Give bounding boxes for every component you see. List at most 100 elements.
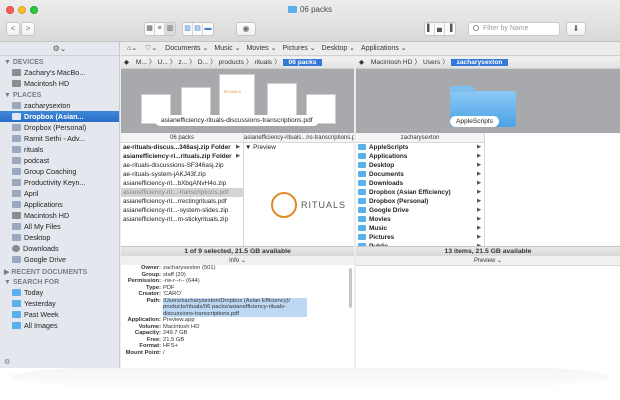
favorites-menu-item[interactable]: Pictures ⌄ (282, 45, 315, 52)
folder-row[interactable]: Music ▶ (356, 224, 484, 233)
list-view-icon[interactable]: ≡ (155, 23, 165, 35)
sidebar-section-header[interactable]: ▼ SEARCH FOR (0, 276, 119, 287)
breadcrumb-item[interactable]: Macintosh HD (369, 59, 414, 66)
sidebar-item[interactable]: Desktop (0, 232, 119, 243)
heart-icon[interactable]: ♡⌄ (145, 45, 157, 52)
file-row[interactable]: asianefficiency-ri...rituals.zip Folder ▶ (121, 152, 243, 161)
breadcrumb-item[interactable]: Users (421, 59, 442, 66)
view-mode-selector[interactable]: ▦ ≡ ▥ (144, 22, 176, 36)
sidebar-item[interactable]: podcast (0, 155, 119, 166)
folder-row[interactable]: Google Drive ▶ (356, 206, 484, 215)
folder-row[interactable]: Movies ▶ (356, 215, 484, 224)
folder-row[interactable]: Desktop ▶ (356, 161, 484, 170)
preview-disclosure[interactable]: ▼ Preview (245, 144, 276, 151)
sidebar-item-label: Google Drive (24, 255, 66, 264)
gear-icon[interactable]: ⚙⌄ (0, 42, 119, 56)
column-header[interactable]: zacharysexton (356, 133, 484, 143)
sidebar-item[interactable]: Zachary's MacBo... (0, 67, 119, 78)
breadcrumb-item[interactable]: M... (134, 59, 149, 66)
sidebar-item[interactable]: Macintosh HD (0, 78, 119, 89)
sidebar-section-header[interactable]: ▶ RECENT DOCUMENTS (0, 265, 119, 276)
favorites-menu-item[interactable]: Applications ⌄ (361, 45, 407, 52)
sidebar-item[interactable]: Dropbox (Asian... (0, 111, 119, 122)
breadcrumb-item[interactable]: rituals (253, 59, 275, 66)
folder-row[interactable]: Pictures ▶ (356, 233, 484, 242)
layout-selector[interactable]: ▥ ▤ ▬ (182, 22, 214, 36)
breadcrumb-item[interactable]: products (217, 59, 246, 66)
sidebar-item[interactable]: rituals (0, 144, 119, 155)
right-panel-icon[interactable]: ▐ (445, 23, 455, 35)
folder-row[interactable]: Dropbox (Personal) ▶ (356, 197, 484, 206)
gear-icon[interactable]: ⚙ (4, 359, 10, 366)
back-button[interactable]: < (6, 22, 20, 36)
folder-row[interactable]: AppleScripts ▶ (356, 143, 484, 152)
search-field[interactable]: Filter by Name (468, 22, 560, 36)
forward-button[interactable]: > (21, 22, 35, 36)
sidebar-item[interactable]: Today (0, 287, 119, 298)
sidebar-item[interactable]: Group Coaching (0, 166, 119, 177)
column-header[interactable]: asianefficiency-rituals...ns-transcripti… (244, 133, 354, 143)
single-pane-icon[interactable]: ▬ (203, 23, 213, 35)
sidebar-item[interactable]: Productivity Keyn... (0, 177, 119, 188)
column-divider[interactable] (243, 133, 244, 247)
favorites-menu-item[interactable]: Music ⌄ (214, 45, 240, 52)
sidebar-item-label: Zachary's MacBo... (24, 68, 86, 77)
breadcrumb-item[interactable]: z... (176, 59, 189, 66)
home-icon[interactable]: ⌂⌄ (127, 45, 137, 52)
info-value[interactable]: /Users/zacharysexton/Dropbox (Asian Effi… (163, 297, 307, 317)
breadcrumb-item[interactable]: D... (196, 59, 210, 66)
preview-header[interactable]: Preview ⌄ (356, 256, 620, 266)
panel-toggle-group[interactable]: ▌ ▄ ▐ (424, 22, 456, 36)
favorites-menu-item[interactable]: Documents ⌄ (165, 45, 208, 52)
file-row[interactable]: ae-rituals-system-jAKJ43f.zip (121, 170, 243, 179)
dual-pane-icon[interactable]: ▥ (183, 23, 193, 35)
favorites-menu-item[interactable]: Desktop ⌄ (322, 45, 356, 52)
bottom-panel-icon[interactable]: ▄ (435, 23, 445, 35)
breadcrumb-current[interactable]: zacharysexton (450, 59, 509, 66)
file-row[interactable]: ae-rituals-discussions-SF346asj.zip (121, 161, 243, 170)
folder-name: Pictures (369, 234, 395, 241)
folder-row[interactable]: Documents ▶ (356, 170, 484, 179)
breadcrumb-path: M... 〉 U... 〉 z... 〉 D... 〉 products 〉 rituals 〉 (134, 59, 281, 66)
column-view-icon[interactable]: ▥ (165, 23, 175, 35)
file-row[interactable]: asianefficiency-rit...-transcriptions.pd… (121, 188, 243, 197)
sidebar-item[interactable]: Downloads (0, 243, 119, 254)
sidebar-section-header[interactable]: ▼ PLACES (0, 89, 119, 100)
sidebar-item[interactable]: Applications (0, 199, 119, 210)
sidebar-item-label: Dropbox (Asian... (24, 112, 84, 121)
folder-row[interactable]: Applications ▶ (356, 152, 484, 161)
left-panel-icon[interactable]: ▌ (425, 23, 435, 35)
preview-caption: AppleScripts (450, 116, 500, 127)
sidebar-item[interactable]: Yesterday (0, 298, 119, 309)
sidebar-item[interactable]: Past Week (0, 309, 119, 320)
folder-row[interactable]: Dropbox (Asian Efficiency) ▶ (356, 188, 484, 197)
action-button[interactable]: ⬇ (566, 22, 586, 36)
sidebar-item[interactable]: All Images (0, 320, 119, 331)
file-row[interactable]: asianefficiency-rit...bXbqANvH4o.zip (121, 179, 243, 188)
file-row[interactable]: ae-rituals-discus...346asj.zip Folder ▶ (121, 143, 243, 152)
eye-icon[interactable]: ◉ (236, 22, 256, 36)
file-row[interactable]: asianefficiency-rit...-system-slides.zip (121, 206, 243, 215)
folder-row[interactable]: Downloads ▶ (356, 179, 484, 188)
sidebar-item-label: Productivity Keyn... (24, 178, 86, 187)
sidebar-item[interactable]: zacharysexton (0, 100, 119, 111)
scrollbar[interactable] (349, 268, 352, 308)
breadcrumb-item[interactable]: U... (156, 59, 170, 66)
sidebar-item-label: All My Files (24, 222, 61, 231)
icon-view-icon[interactable]: ▦ (145, 23, 155, 35)
sidebar-section-header[interactable]: ▼ DEVICES (0, 56, 119, 67)
column-header[interactable]: 06 packs (121, 133, 243, 143)
search-icon (473, 25, 479, 31)
sidebar-item[interactable]: Dropbox (Personal) (0, 122, 119, 133)
sidebar-item[interactable]: Google Drive (0, 254, 119, 265)
sidebar-item[interactable]: Ramit Sethi - Adv... (0, 133, 119, 144)
column-divider[interactable] (484, 133, 485, 247)
sidebar-item[interactable]: Macintosh HD (0, 210, 119, 221)
favorites-menu-item[interactable]: Movies ⌄ (246, 45, 276, 52)
file-row[interactable]: asianefficiency-rit...rrectingrituals.pd… (121, 197, 243, 206)
breadcrumb-current[interactable]: 06 packs (282, 59, 323, 66)
sidebar-item[interactable]: April (0, 188, 119, 199)
split-pane-icon[interactable]: ▤ (193, 23, 203, 35)
sidebar-item[interactable]: All My Files (0, 221, 119, 232)
file-row[interactable]: asianefficiency-rit...m-stickyrituals.zi… (121, 215, 243, 224)
